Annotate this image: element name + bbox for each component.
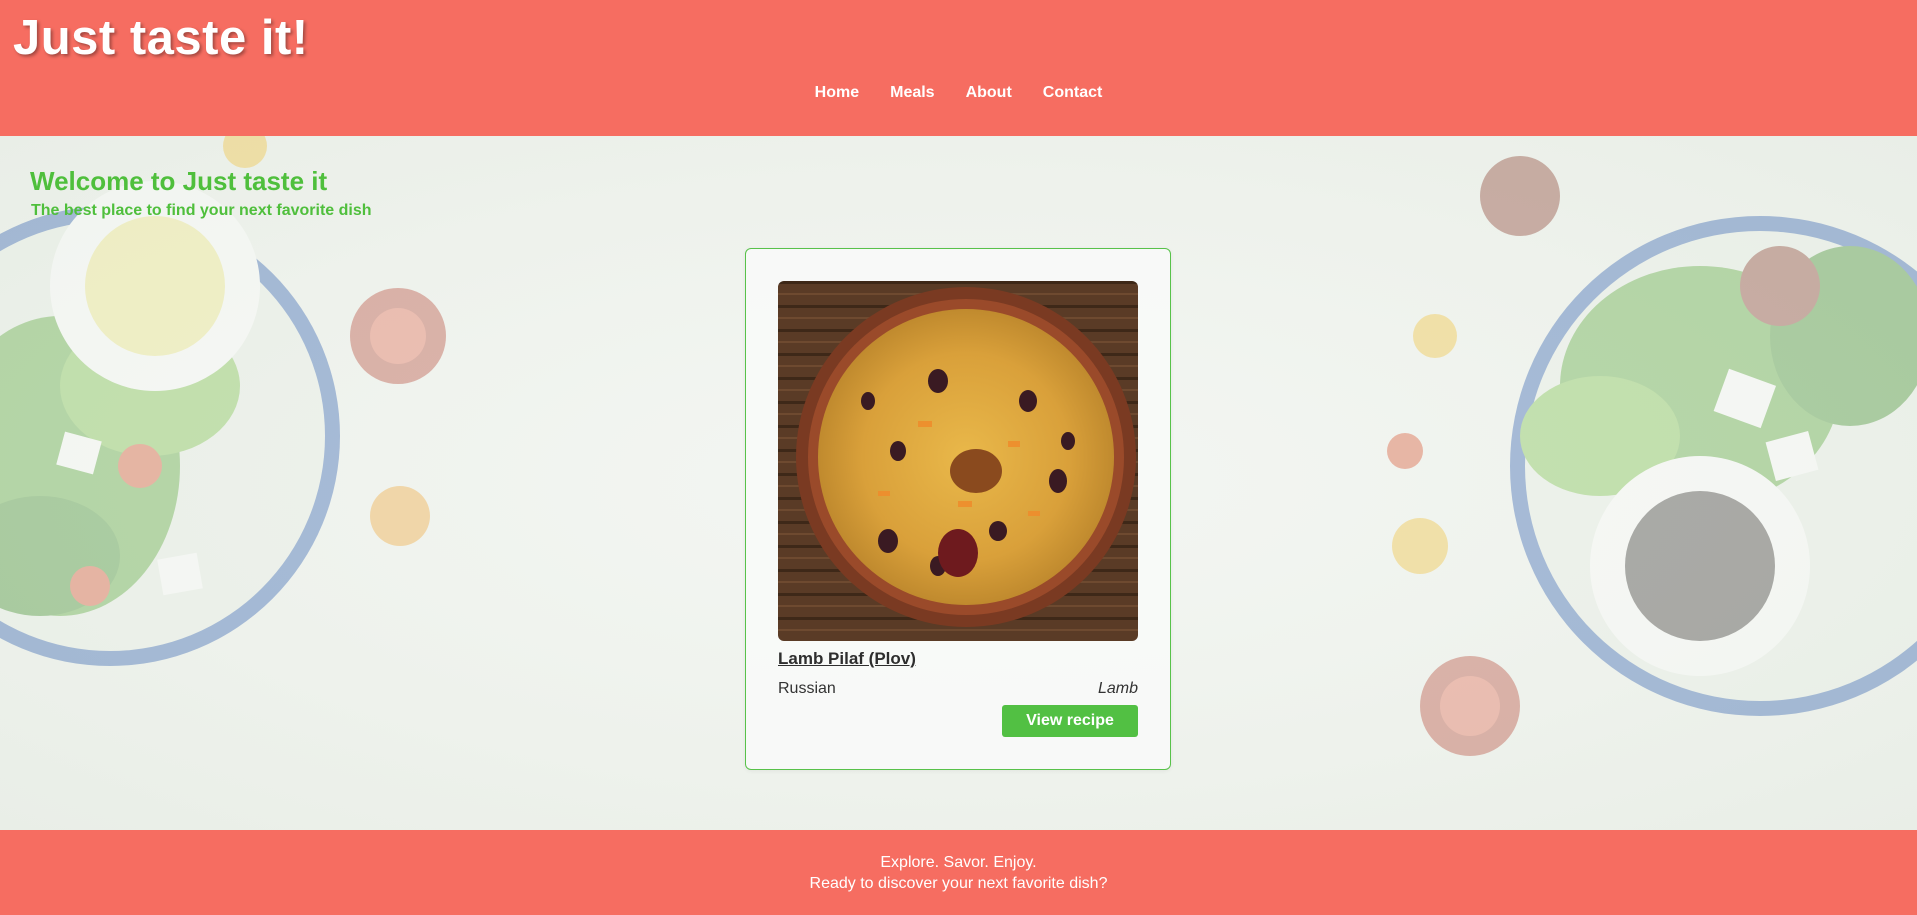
pilaf-bowl-image bbox=[778, 281, 1138, 641]
hero-subtitle: The best place to find your next favorit… bbox=[31, 202, 372, 219]
nav-link-home[interactable]: Home bbox=[815, 84, 859, 102]
meal-photo[interactable] bbox=[778, 281, 1138, 641]
nav-link-meals[interactable]: Meals bbox=[890, 84, 934, 102]
meal-cuisine: Russian bbox=[778, 680, 836, 697]
meal-card: Lamb Pilaf (Plov) Russian Lamb View reci… bbox=[745, 248, 1171, 770]
meal-category: Lamb bbox=[1097, 680, 1138, 697]
nav-link-contact[interactable]: Contact bbox=[1043, 84, 1103, 102]
site-title[interactable]: Just taste it! bbox=[13, 10, 309, 66]
view-recipe-button[interactable]: View recipe bbox=[1002, 705, 1138, 737]
meal-name-link[interactable]: Lamb Pilaf (Plov) bbox=[778, 649, 916, 669]
main-nav: Home Meals About Contact bbox=[0, 84, 1917, 102]
hero-title: Welcome to Just taste it bbox=[30, 166, 328, 196]
footer-tagline: Explore. Savor. Enjoy. bbox=[880, 854, 1037, 871]
site-header: Just taste it! Home Meals About Contact bbox=[0, 0, 1917, 136]
site-footer: Explore. Savor. Enjoy. Ready to discover… bbox=[0, 830, 1917, 915]
nav-link-about[interactable]: About bbox=[966, 84, 1012, 102]
footer-message: Ready to discover your next favorite dis… bbox=[809, 875, 1108, 892]
